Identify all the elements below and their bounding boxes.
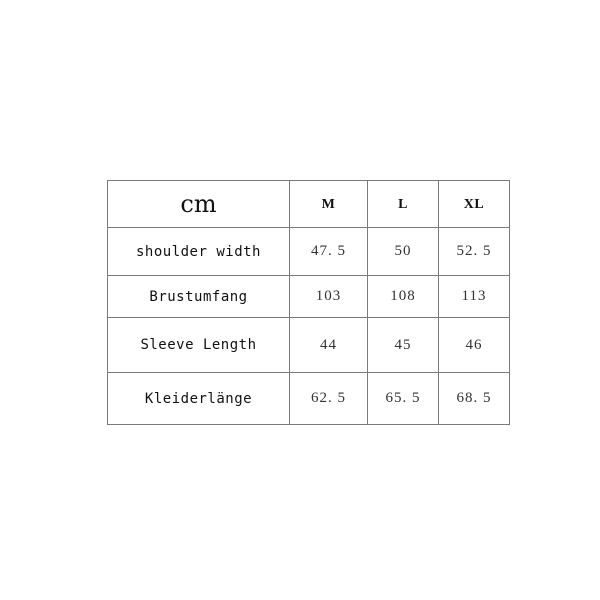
header-row: cm M L XL [107, 180, 510, 228]
table-cell: 103 [289, 275, 368, 318]
table-row: Kleiderlänge 62. 5 65. 5 68. 5 [107, 372, 510, 425]
size-header-l: L [367, 180, 439, 228]
page-canvas: cm M L XL shoulder width 47. 5 50 52. 5 [0, 0, 600, 600]
row-label: Brustumfang [107, 275, 290, 318]
table-cell: 45 [367, 317, 439, 373]
table-cell: 50 [367, 227, 439, 276]
size-header-m: M [289, 180, 368, 228]
table-cell: 44 [289, 317, 368, 373]
table-row: shoulder width 47. 5 50 52. 5 [107, 227, 510, 276]
table-cell: 62. 5 [289, 372, 368, 425]
row-label: shoulder width [107, 227, 290, 276]
table-cell: 52. 5 [438, 227, 510, 276]
table-row: Brustumfang 103 108 113 [107, 275, 510, 318]
row-label: Sleeve Length [107, 317, 290, 373]
unit-label: cm [180, 190, 217, 218]
size-chart-table: cm M L XL shoulder width 47. 5 50 52. 5 [107, 180, 510, 425]
table-cell: 108 [367, 275, 439, 318]
table-cell: 68. 5 [438, 372, 510, 425]
unit-cell: cm [107, 180, 290, 228]
row-label: Kleiderlänge [107, 372, 290, 425]
table-row: Sleeve Length 44 45 46 [107, 317, 510, 373]
table-cell: 46 [438, 317, 510, 373]
table-cell: 65. 5 [367, 372, 439, 425]
size-header-xl: XL [438, 180, 510, 228]
table-cell: 113 [438, 275, 510, 318]
table-cell: 47. 5 [289, 227, 368, 276]
